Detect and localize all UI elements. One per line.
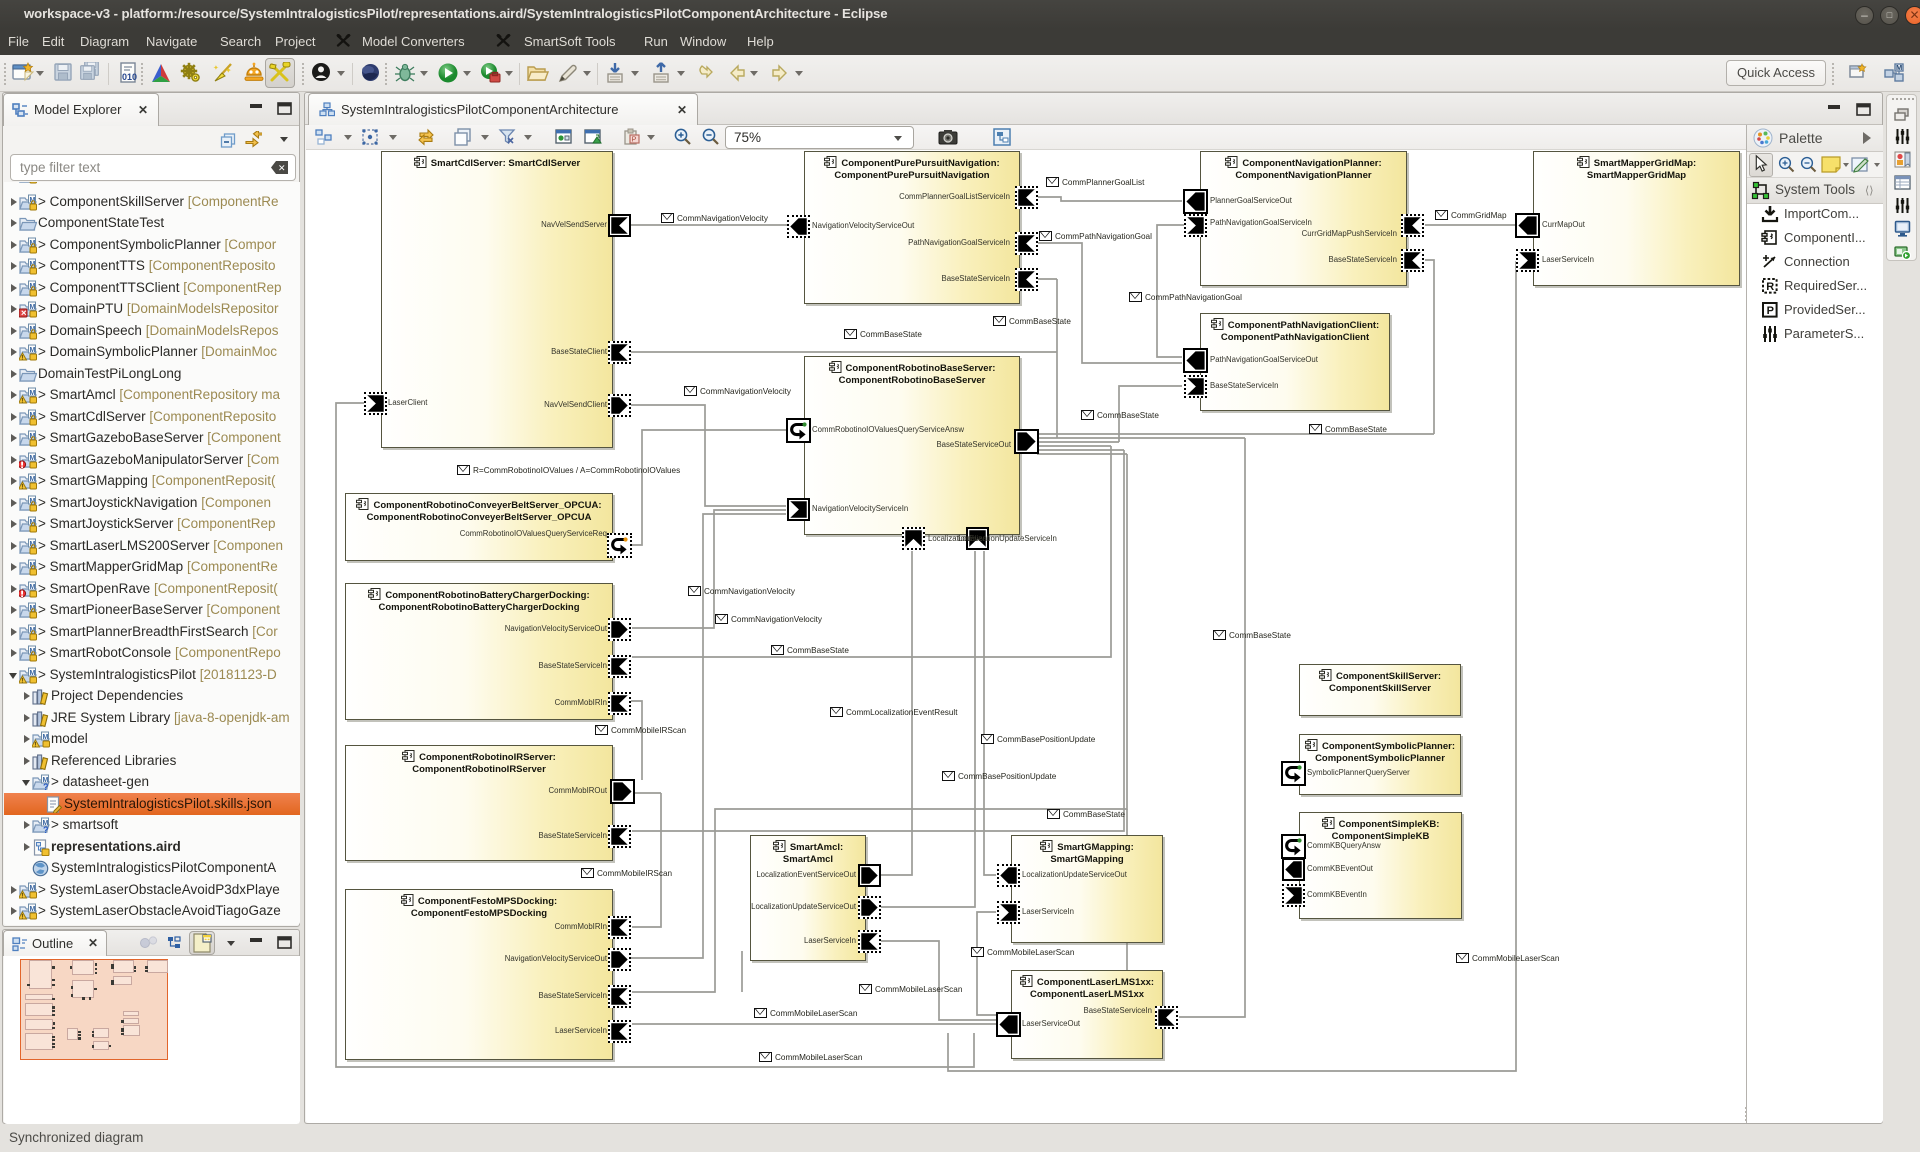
svg-text:M: M <box>30 347 36 354</box>
svg-text:P: P <box>632 137 637 144</box>
svg-text:R: R <box>1766 281 1774 293</box>
svg-text:M: M <box>30 906 36 913</box>
svg-text:?: ? <box>43 782 49 791</box>
svg-text:!: ! <box>21 356 23 362</box>
svg-text:M: M <box>43 734 49 741</box>
svg-text:M: M <box>30 390 36 397</box>
svg-text:P: P <box>1767 305 1774 317</box>
svg-text:!: ! <box>21 915 23 921</box>
svg-text:M: M <box>30 584 36 591</box>
svg-text:M: M <box>1896 63 1902 72</box>
svg-text:M: M <box>30 455 36 462</box>
svg-text:M: M <box>30 476 36 483</box>
svg-text:M: M <box>30 885 36 892</box>
svg-text:M: M <box>30 304 36 311</box>
svg-text:✦: ✦ <box>213 64 219 72</box>
svg-text:!: ! <box>34 743 36 749</box>
svg-text:✕: ✕ <box>278 163 286 173</box>
svg-text:M: M <box>30 670 36 677</box>
svg-text:!: ! <box>21 485 23 491</box>
svg-text:!: ! <box>21 678 23 684</box>
svg-text:010: 010 <box>122 72 137 82</box>
svg-text:✕: ✕ <box>21 309 27 318</box>
svg-text:✦: ✦ <box>225 66 232 75</box>
svg-text:?: ? <box>43 825 49 834</box>
svg-text:!: ! <box>21 399 23 405</box>
svg-text:!: ! <box>21 893 23 899</box>
